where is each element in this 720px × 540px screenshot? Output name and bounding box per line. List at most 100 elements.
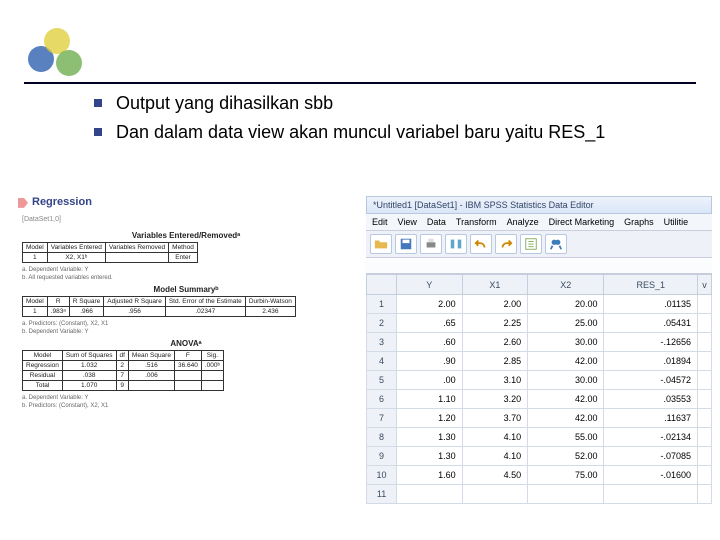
cell[interactable]: 1.30 xyxy=(397,447,463,466)
cell[interactable] xyxy=(698,352,712,371)
cell[interactable]: .01894 xyxy=(604,352,698,371)
cell[interactable] xyxy=(604,485,698,504)
cell[interactable]: 4.50 xyxy=(462,466,528,485)
cell[interactable] xyxy=(462,485,528,504)
cell[interactable]: .05431 xyxy=(604,314,698,333)
cell[interactable]: 3.70 xyxy=(462,409,528,428)
row-header[interactable]: 6 xyxy=(367,390,397,409)
cell[interactable]: 1.20 xyxy=(397,409,463,428)
cell[interactable]: 42.00 xyxy=(528,352,604,371)
row-header[interactable]: 4 xyxy=(367,352,397,371)
cell[interactable]: -.04572 xyxy=(604,371,698,390)
cell[interactable] xyxy=(698,371,712,390)
cell[interactable] xyxy=(698,295,712,314)
corner-cell[interactable] xyxy=(367,275,397,295)
cell[interactable] xyxy=(698,447,712,466)
cell[interactable]: 3.10 xyxy=(462,371,528,390)
table-row: 3.602.6030.00-.12656 xyxy=(367,333,712,352)
cell[interactable]: 20.00 xyxy=(528,295,604,314)
row-header[interactable]: 9 xyxy=(367,447,397,466)
cell[interactable]: 1.60 xyxy=(397,466,463,485)
cell[interactable]: .90 xyxy=(397,352,463,371)
cell[interactable]: 3.20 xyxy=(462,390,528,409)
cell[interactable] xyxy=(698,390,712,409)
save-icon[interactable] xyxy=(395,234,417,254)
cell[interactable]: 4.10 xyxy=(462,428,528,447)
print-icon[interactable] xyxy=(420,234,442,254)
menu-direct-marketing[interactable]: Direct Marketing xyxy=(549,217,615,227)
cell[interactable]: 2.00 xyxy=(462,295,528,314)
cell[interactable]: 1.10 xyxy=(397,390,463,409)
row-header[interactable]: 2 xyxy=(367,314,397,333)
table-row: 4.902.8542.00.01894 xyxy=(367,352,712,371)
cell[interactable]: 4.10 xyxy=(462,447,528,466)
row-header[interactable]: 1 xyxy=(367,295,397,314)
menu-data[interactable]: Data xyxy=(427,217,446,227)
cell[interactable]: 1.30 xyxy=(397,428,463,447)
table-row: 81.304.1055.00-.02134 xyxy=(367,428,712,447)
cell[interactable]: -.12656 xyxy=(604,333,698,352)
cell[interactable]: 75.00 xyxy=(528,466,604,485)
menu-analyze[interactable]: Analyze xyxy=(507,217,539,227)
menu-transform[interactable]: Transform xyxy=(456,217,497,227)
cell[interactable]: .03553 xyxy=(604,390,698,409)
undo-icon[interactable] xyxy=(470,234,492,254)
cell[interactable]: 25.00 xyxy=(528,314,604,333)
cell[interactable] xyxy=(698,314,712,333)
open-icon[interactable] xyxy=(370,234,392,254)
col-res1[interactable]: RES_1 xyxy=(604,275,698,295)
cell[interactable]: .11637 xyxy=(604,409,698,428)
goto-icon[interactable] xyxy=(520,234,542,254)
cell[interactable]: 30.00 xyxy=(528,371,604,390)
bullet-2-text: Dan dalam data view akan muncul variabel… xyxy=(116,119,605,146)
cell[interactable] xyxy=(698,428,712,447)
cell[interactable]: 2.25 xyxy=(462,314,528,333)
col-y[interactable]: Y xyxy=(397,275,463,295)
variables-entered-caption: Variables Entered/Removedᵃ xyxy=(18,231,354,240)
cell[interactable] xyxy=(698,333,712,352)
slide-logo xyxy=(28,28,88,78)
cell[interactable]: 55.00 xyxy=(528,428,604,447)
col-x2[interactable]: X2 xyxy=(528,275,604,295)
cell[interactable]: 2.60 xyxy=(462,333,528,352)
row-header[interactable]: 10 xyxy=(367,466,397,485)
find-icon[interactable] xyxy=(545,234,567,254)
row-header[interactable]: 11 xyxy=(367,485,397,504)
bullet-list: Output yang dihasilkan sbb Dan dalam dat… xyxy=(94,90,684,148)
cell[interactable] xyxy=(698,466,712,485)
cell[interactable]: -.01600 xyxy=(604,466,698,485)
cell[interactable]: 30.00 xyxy=(528,333,604,352)
cell[interactable] xyxy=(397,485,463,504)
redo-icon[interactable] xyxy=(495,234,517,254)
cell[interactable]: -.07085 xyxy=(604,447,698,466)
cell[interactable]: .65 xyxy=(397,314,463,333)
cell[interactable]: -.02134 xyxy=(604,428,698,447)
cell[interactable] xyxy=(528,485,604,504)
row-header[interactable]: 5 xyxy=(367,371,397,390)
row-header[interactable]: 8 xyxy=(367,428,397,447)
row-header[interactable]: 7 xyxy=(367,409,397,428)
formula-bar[interactable] xyxy=(366,258,712,274)
cell[interactable]: .00 xyxy=(397,371,463,390)
table-row: 71.203.7042.00.11637 xyxy=(367,409,712,428)
recall-icon[interactable] xyxy=(445,234,467,254)
cell[interactable]: .01135 xyxy=(604,295,698,314)
cell[interactable]: 52.00 xyxy=(528,447,604,466)
col-extra[interactable]: v xyxy=(698,275,712,295)
row-header[interactable]: 3 xyxy=(367,333,397,352)
cell[interactable] xyxy=(698,485,712,504)
cell[interactable]: 42.00 xyxy=(528,390,604,409)
cell[interactable]: 2.85 xyxy=(462,352,528,371)
bullet-1-text: Output yang dihasilkan sbb xyxy=(116,90,333,117)
cell[interactable]: .60 xyxy=(397,333,463,352)
cell[interactable]: 2.00 xyxy=(397,295,463,314)
menu-edit[interactable]: Edit xyxy=(372,217,388,227)
menu-graphs[interactable]: Graphs xyxy=(624,217,654,227)
col-x1[interactable]: X1 xyxy=(462,275,528,295)
cell[interactable] xyxy=(698,409,712,428)
table-row: 11 xyxy=(367,485,712,504)
cell[interactable]: 42.00 xyxy=(528,409,604,428)
menu-view[interactable]: View xyxy=(398,217,417,227)
anova-caption: ANOVAᵃ xyxy=(18,339,354,348)
menu-utilities[interactable]: Utilitie xyxy=(664,217,689,227)
